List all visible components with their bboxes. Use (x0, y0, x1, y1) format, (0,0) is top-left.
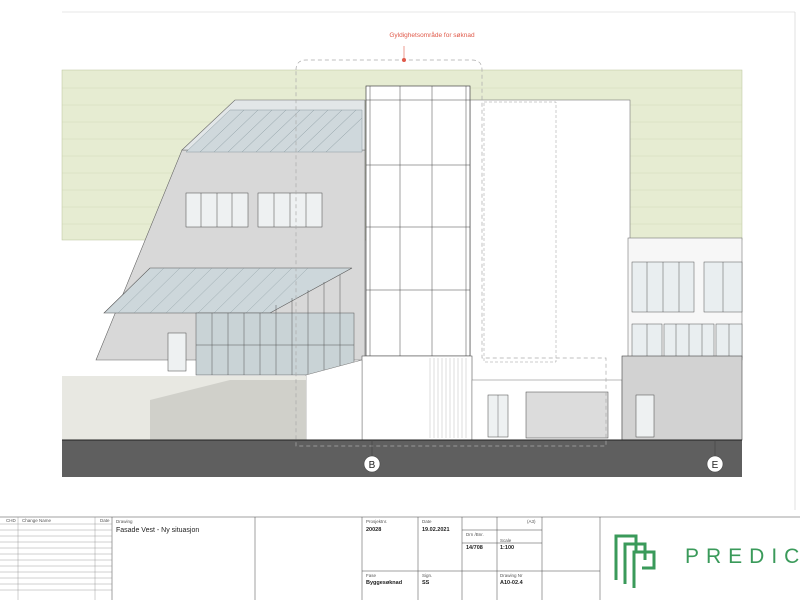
revision-header-change-name: Change Name (22, 518, 52, 523)
recess-door (635, 394, 655, 438)
far-right-windows-lower (631, 323, 743, 361)
sheet-size: (A3) (527, 519, 536, 524)
ground-strip (62, 440, 742, 477)
project-number: 20028 (366, 527, 382, 533)
drn-label: Drn /Bnr. (466, 532, 484, 537)
garage-opening (525, 391, 609, 439)
drawing-title: Fasade Vest - Ny situasjon (116, 527, 200, 534)
sign-label: Sign. (422, 573, 433, 578)
extension-glazed-wall (195, 312, 355, 376)
scale-value: 1:100 (500, 545, 515, 551)
revision-header-date: Date (100, 518, 110, 523)
gridline-e-label: E (712, 460, 719, 471)
sign-value: SS (422, 580, 430, 586)
phase-value: Byggesøknad (366, 580, 403, 586)
glass-tower (365, 85, 471, 357)
revision-header-chd: CHD (6, 518, 16, 523)
predico-logo-icon (614, 534, 656, 588)
facade-drawing: Gyldighetsområde for søknad B E (0, 11, 800, 600)
extension-door (167, 332, 187, 372)
tower-base (361, 355, 473, 441)
company-wordmark: PREDIC (685, 545, 800, 568)
drawing-label: Drawing (116, 519, 133, 524)
drn-value: 14/708 (466, 545, 483, 551)
far-right-windows-upper (631, 261, 743, 313)
annotation-marker (402, 58, 406, 62)
project-label: Prosjektnr. (366, 519, 388, 524)
date-label: Date (422, 519, 432, 524)
phase-label: Fase (366, 573, 377, 578)
validity-area-label: Gyldighetsområde for søknad (389, 31, 475, 39)
drawing-number-label: Drawing Nr (500, 573, 523, 578)
gridline-b-label: B (369, 460, 376, 471)
drawing-number: A10-02.4 (500, 580, 523, 586)
scale-label: Scale (500, 538, 512, 543)
date-value: 19.02.2021 (422, 527, 450, 533)
revision-table-grid (0, 517, 112, 600)
